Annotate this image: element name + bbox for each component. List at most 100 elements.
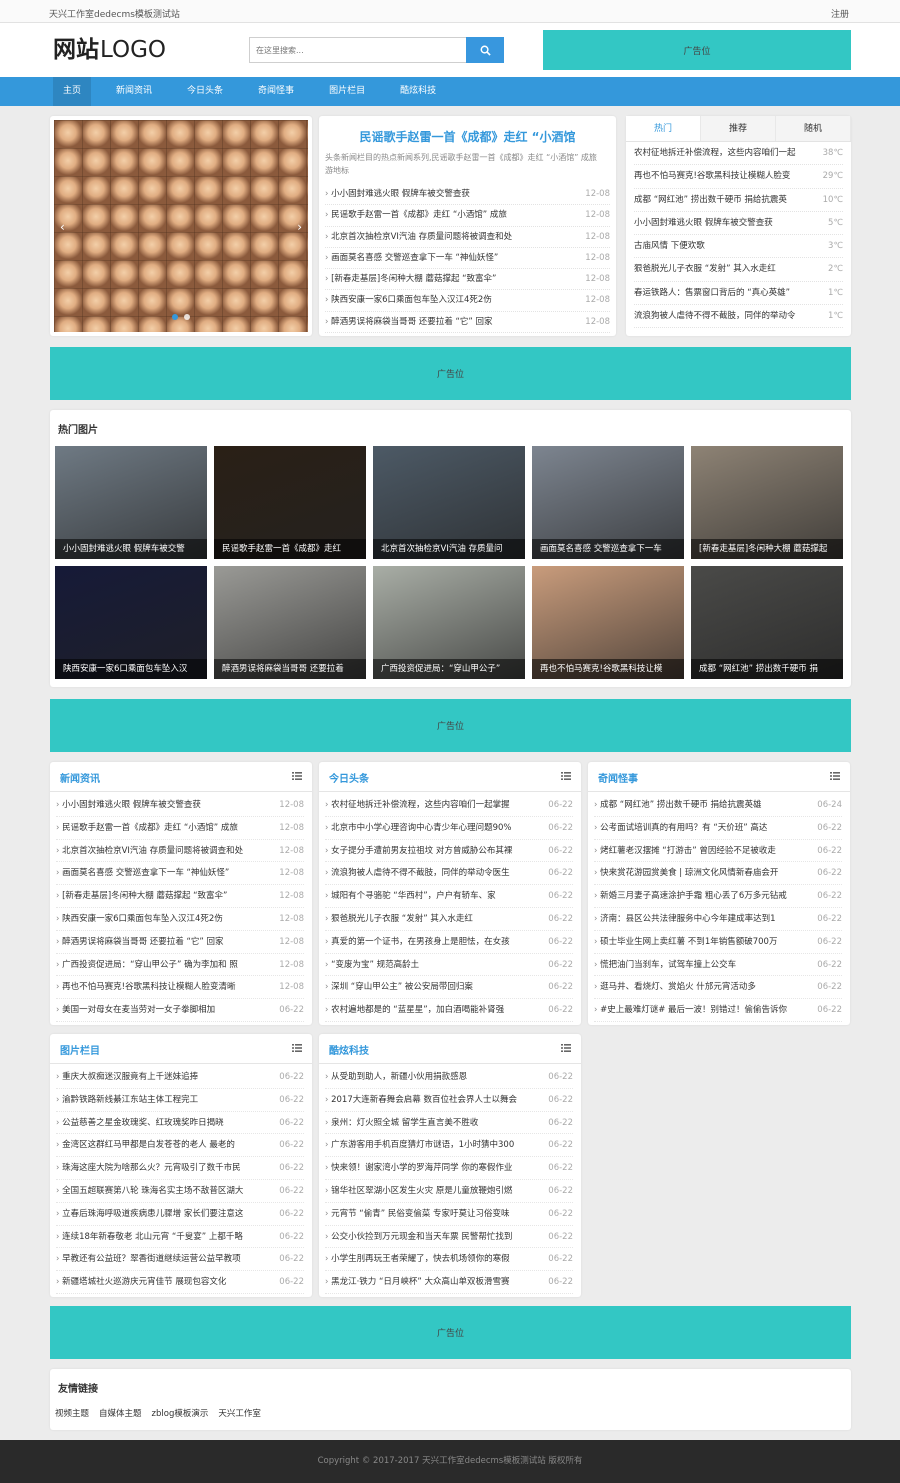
news-item[interactable]: #史上最难灯谜# 最后一波！别错过！偷偷告诉你 06-22 bbox=[594, 999, 842, 1022]
news-item[interactable]: 2017大连新春舞会启幕 数百位社会界人士以舞会 06-22 bbox=[325, 1089, 573, 1112]
picture-caption[interactable]: 陕西安康一家6口乘面包车坠入汉 bbox=[55, 659, 207, 679]
news-item-title[interactable]: 成都 “网红池” 捞出数千硬币 捐给抗震英雄 bbox=[594, 794, 810, 816]
slider-dot[interactable] bbox=[184, 314, 190, 320]
news-item[interactable]: 流浪狗被人虐待不得不截肢，同伴的举动令医生 06-22 bbox=[325, 862, 573, 886]
news-item-title[interactable]: 元宵节 “偷青” 民俗变偷菜 专家吁莫让习俗变味 bbox=[325, 1203, 541, 1225]
news-item[interactable]: 小小固封难逃火眼 假牌车被交警查获 12-08 bbox=[56, 794, 304, 817]
news-item[interactable]: 陕西安康一家6口乘面包车坠入汉江4死2伤 12-08 bbox=[56, 908, 304, 931]
nav-item[interactable]: 今日头条 bbox=[177, 77, 233, 106]
tab-item-title[interactable]: 小小固封难逃火眼 假牌车被交警查获 bbox=[634, 212, 819, 234]
news-box-title[interactable]: 奇闻怪事 bbox=[598, 770, 638, 785]
headline-item-title[interactable]: 陕西安康一家6口乘面包车坠入汉江4死2伤 bbox=[325, 290, 580, 310]
news-item-title[interactable]: 新婚三月妻子高速涂护手霜 粗心丢了6万多元钻戒 bbox=[594, 885, 810, 907]
picture-caption[interactable]: 再也不怕马赛克!谷歌黑科技让模 bbox=[532, 659, 684, 679]
friend-link[interactable]: zblog模板演示 bbox=[152, 1407, 209, 1419]
news-item[interactable]: 硕士毕业生网上卖红薯 不到1年销售额破700万 06-22 bbox=[594, 931, 842, 954]
tab-item-title[interactable]: 狠爸脱光儿子衣服 “发射” 其入水走红 bbox=[634, 258, 819, 280]
news-item[interactable]: 广西投资促进局：“穿山甲公子” 确为李加和 照 12-08 bbox=[56, 954, 304, 977]
picture-item[interactable]: 广西投资促进局：“穿山甲公子” bbox=[373, 566, 525, 679]
news-item-title[interactable]: “变废为宝” 规范高龄土 bbox=[325, 954, 541, 976]
news-item-title[interactable]: 醉酒男误将麻袋当哥哥 还要拉着 “它” 回家 bbox=[56, 931, 272, 953]
picture-caption[interactable]: 小小固封难逃火眼 假牌车被交警 bbox=[55, 539, 207, 559]
news-item-title[interactable]: 泉州：灯火照全城 留学生直言美不胜收 bbox=[325, 1112, 541, 1134]
tab-item[interactable]: 再也不怕马赛克!谷歌黑科技让模糊人脸变 29℃ bbox=[634, 165, 843, 189]
news-item[interactable]: 公考面试培训真的有用吗？有 “天价班” 高达 06-22 bbox=[594, 817, 842, 840]
site-name[interactable]: 天兴工作室dedecms模板测试站 bbox=[49, 7, 180, 20]
news-item[interactable]: 农村遍地都是的 “蓝星星”，加白酒喝能补肾强 06-22 bbox=[325, 999, 573, 1022]
headline-item-title[interactable]: 北京首次抽检京VI汽油 存质量问题将被调查和处 bbox=[325, 227, 580, 247]
news-item[interactable]: 新婚三月妻子高速涂护手霜 粗心丢了6万多元钻戒 06-22 bbox=[594, 885, 842, 908]
news-item-title[interactable]: 深圳 “穿山甲公主” 被公安局带回归案 bbox=[325, 976, 541, 998]
picture-item[interactable]: 醉酒男误将麻袋当哥哥 还要拉着 bbox=[214, 566, 366, 679]
news-item-title[interactable]: 早教还有公益班？翠香街道继续运营公益早教项 bbox=[56, 1248, 272, 1270]
headline-item[interactable]: 画面莫名喜感 交警巡查拿下一车 “神仙妖怪” 12-08 bbox=[325, 248, 610, 270]
picture-item[interactable]: 画面莫名喜感 交警巡查拿下一车 bbox=[532, 446, 684, 559]
headline-item-title[interactable]: 醉酒男误将麻袋当哥哥 还要拉着 “它” 回家 bbox=[325, 312, 580, 332]
search-button[interactable] bbox=[466, 37, 504, 63]
slider-next-icon[interactable]: › bbox=[297, 220, 302, 234]
news-item-title[interactable]: 北京市中小学心理咨询中心青少年心理问题90% bbox=[325, 817, 541, 839]
headline-item[interactable]: 醉酒男误将麻袋当哥哥 还要拉着 “它” 回家 12-08 bbox=[325, 312, 610, 334]
news-item[interactable]: 广东游客用手机百度猜灯市谜语，1小时猜中300 06-22 bbox=[325, 1134, 573, 1158]
ad-banner-3[interactable]: 广告位 bbox=[50, 1306, 851, 1359]
news-item-title[interactable]: 全国五超联赛第八轮 珠海名实主场不敌普区湖大 bbox=[56, 1180, 272, 1202]
picture-item[interactable]: 民谣歌手赵雷一首《成都》走红 bbox=[214, 446, 366, 559]
nav-item[interactable]: 奇闻怪事 bbox=[248, 77, 304, 106]
news-item-title[interactable]: 公交小伙捡到万元现金和当天车票 民警帮忙找到 bbox=[325, 1226, 541, 1248]
picture-caption[interactable]: 广西投资促进局：“穿山甲公子” bbox=[373, 659, 525, 679]
slider-dot[interactable] bbox=[172, 314, 178, 320]
tab-item-title[interactable]: 春运铁路人：售票窗口背后的 “真心英雄” bbox=[634, 282, 819, 304]
news-box-title[interactable]: 图片栏目 bbox=[60, 1042, 100, 1057]
tab-item-title[interactable]: 流浪狗被人虐待不得不截肢，同伴的举动令 bbox=[634, 305, 819, 327]
news-item[interactable]: 狠爸脱光儿子衣服 “发射” 其入水走红 06-22 bbox=[325, 908, 573, 931]
news-item-title[interactable]: 小小固封难逃火眼 假牌车被交警查获 bbox=[56, 794, 272, 816]
news-item[interactable]: 连续18年新春敬老 北山元宵 “千叟宴” 上都千略 06-22 bbox=[56, 1226, 304, 1249]
news-item[interactable]: 济南：县区公共法律服务中心今年建成率达到1 06-22 bbox=[594, 908, 842, 931]
tab-item[interactable]: 流浪狗被人虐待不得不截肢，同伴的举动令 1℃ bbox=[634, 305, 843, 329]
friend-link[interactable]: 天兴工作室 bbox=[218, 1407, 261, 1419]
news-item[interactable]: 深圳 “穿山甲公主” 被公安局带回归案 06-22 bbox=[325, 976, 573, 1000]
nav-item[interactable]: 主页 bbox=[53, 77, 92, 106]
news-item-title[interactable]: 2017大连新春舞会启幕 数百位社会界人士以舞会 bbox=[325, 1089, 541, 1111]
news-item-title[interactable]: 渝黔铁路新线綦江东站主体工程完工 bbox=[56, 1089, 272, 1111]
news-item-title[interactable]: 民谣歌手赵雷一首《成都》走红 “小酒馆” 成旅 bbox=[56, 817, 272, 839]
tab-item-title[interactable]: 农村征地拆迁补偿流程，这些内容咱们一起 bbox=[634, 142, 819, 164]
search-input[interactable] bbox=[249, 37, 467, 63]
news-item[interactable]: 北京市中小学心理咨询中心青少年心理问题90% 06-22 bbox=[325, 817, 573, 840]
news-item[interactable]: 慌把油门当刹车，试驾车撞上公交车 06-22 bbox=[594, 954, 842, 977]
news-box-title[interactable]: 新闻资讯 bbox=[60, 770, 100, 785]
news-item-title[interactable]: 流浪狗被人虐待不得不截肢，同伴的举动令医生 bbox=[325, 862, 541, 884]
news-item[interactable]: 成都 “网红池” 捞出数千硬币 捐给抗震英雄 06-24 bbox=[594, 794, 842, 817]
news-item-title[interactable]: 连续18年新春敬老 北山元宵 “千叟宴” 上都千略 bbox=[56, 1226, 272, 1248]
site-logo[interactable]: 网站LOGO bbox=[53, 37, 166, 63]
news-item[interactable]: 金湾区这群红马甲都是白发苍苍的老人 最老的 06-22 bbox=[56, 1134, 304, 1158]
news-item[interactable]: 全国五超联赛第八轮 珠海名实主场不敌普区湖大 06-22 bbox=[56, 1180, 304, 1203]
news-item[interactable]: 元宵节 “偷青” 民俗变偷菜 专家吁莫让习俗变味 06-22 bbox=[325, 1203, 573, 1226]
news-item-title[interactable]: 真爱的第一个证书，在男孩身上是胆怯，在女孩 bbox=[325, 931, 541, 953]
picture-item[interactable]: 成都 “网红池” 捞出数千硬币 捐 bbox=[691, 566, 843, 679]
tab-item[interactable]: 狠爸脱光儿子衣服 “发射” 其入水走红 2℃ bbox=[634, 258, 843, 282]
picture-caption[interactable]: 醉酒男误将麻袋当哥哥 还要拉着 bbox=[214, 659, 366, 679]
news-item[interactable]: 早教还有公益班？翠香街道继续运营公益早教项 06-22 bbox=[56, 1248, 304, 1272]
picture-caption[interactable]: 北京首次抽检京VI汽油 存质量问 bbox=[373, 539, 525, 559]
news-item-title[interactable]: 立春后珠海呼吸道疾病患儿骤增 家长们要注意这 bbox=[56, 1203, 272, 1225]
news-item[interactable]: 公交小伙捡到万元现金和当天车票 民警帮忙找到 06-22 bbox=[325, 1226, 573, 1249]
news-item[interactable]: 新疆塔城社火巡游庆元宵佳节 展现包容文化 06-22 bbox=[56, 1271, 304, 1294]
news-item-title[interactable]: 从受助到助人，新疆小伙用捐款感恩 bbox=[325, 1066, 541, 1088]
news-item[interactable]: 城阳有个寻骆驼 “华西村”，户户有轿车、家 06-22 bbox=[325, 885, 573, 908]
picture-item[interactable]: 北京首次抽检京VI汽油 存质量问 bbox=[373, 446, 525, 559]
news-item-title[interactable]: 公益慈善之星金玫瑰奖、红玫瑰奖昨日揭晓 bbox=[56, 1112, 272, 1134]
picture-caption[interactable]: 画面莫名喜感 交警巡查拿下一车 bbox=[532, 539, 684, 559]
news-item[interactable]: 快来赏花游园赏美食 | 琼洲文化风情新春庙会开 06-22 bbox=[594, 862, 842, 886]
news-item-title[interactable]: 广东游客用手机百度猜灯市谜语，1小时猜中300 bbox=[325, 1134, 541, 1156]
tab-item[interactable]: 成都 “网红池” 捞出数千硬币 捐给抗震英 10℃ bbox=[634, 189, 843, 212]
news-item-title[interactable]: 城阳有个寻骆驼 “华西村”，户户有轿车、家 bbox=[325, 885, 541, 907]
news-item[interactable]: 女子提分手遭前男友拉祖坟 对方曾威胁公布其裸 06-22 bbox=[325, 840, 573, 863]
news-item-title[interactable]: 小学生刖再玩王者荣耀了，快去机场领你的寒假 bbox=[325, 1248, 541, 1270]
news-item-title[interactable]: [新春走基层]冬闲种大棚 蘑菇撑起 “致富伞” bbox=[56, 885, 272, 907]
picture-item[interactable]: 陕西安康一家6口乘面包车坠入汉 bbox=[55, 566, 207, 679]
news-item-title[interactable]: 快来领！谢家湾小学的罗海芹同学 你的寒假作业 bbox=[325, 1157, 541, 1179]
news-item-title[interactable]: 黑龙江·铁力 “日月峡杯” 大众高山单双板滑雪赛 bbox=[325, 1271, 541, 1293]
news-item[interactable]: 小学生刖再玩王者荣耀了，快去机场领你的寒假 06-22 bbox=[325, 1248, 573, 1272]
news-item-title[interactable]: 北京首次抽检京VI汽油 存质量问题将被调查和处 bbox=[56, 840, 272, 862]
